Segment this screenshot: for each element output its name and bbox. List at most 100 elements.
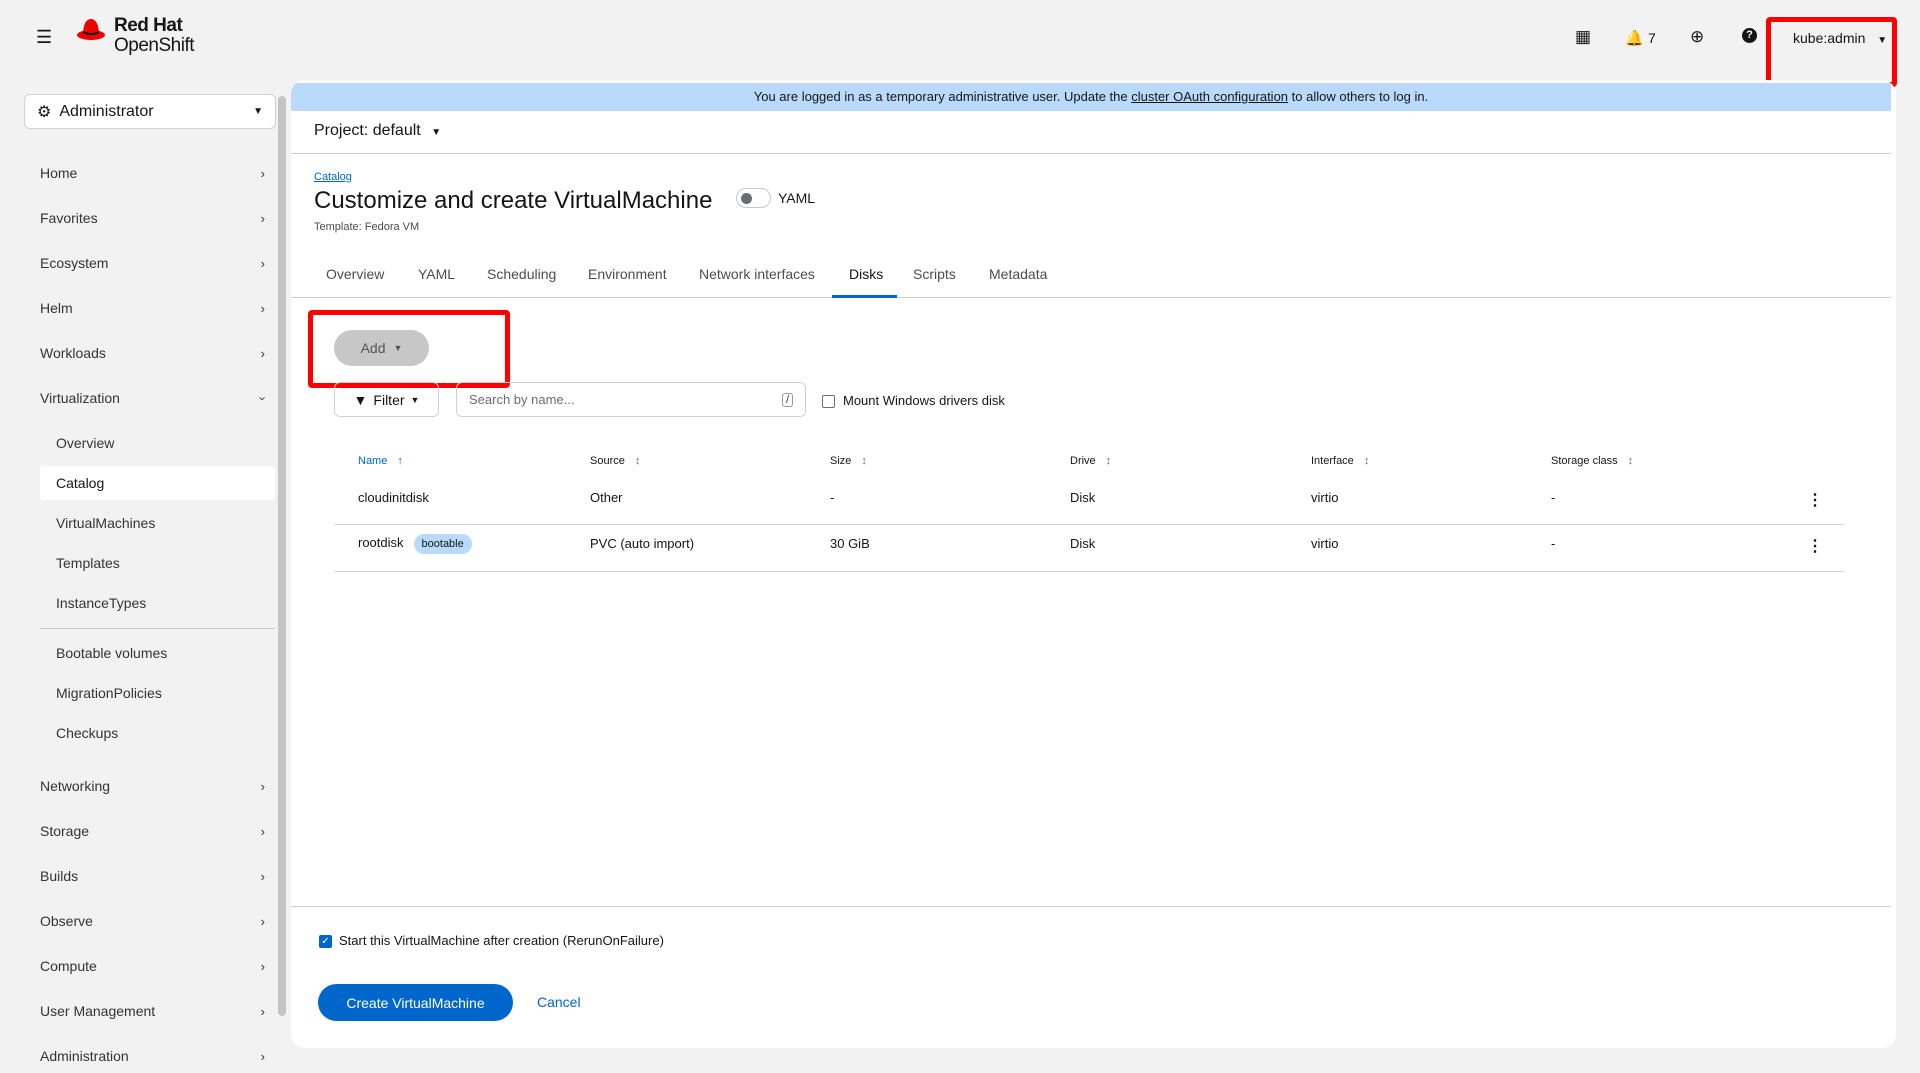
disk-size: 30 GiB [830,536,870,551]
kebab-menu-icon[interactable]: ⋮ [1807,536,1823,556]
kebab-menu-icon[interactable]: ⋮ [1807,490,1823,510]
cancel-button[interactable]: Cancel [537,994,581,1010]
disk-storage-class: - [1551,536,1556,551]
col-interface[interactable]: Interface ↕ [1311,455,1369,467]
start-after-creation-label: Start this VirtualMachine after creation… [339,933,664,948]
nav-helm[interactable]: Helm › [40,291,275,325]
notifications-count[interactable]: 7 [1648,30,1656,46]
nav-label: MigrationPolicies [56,685,162,701]
nav-virt-virtualmachines[interactable]: VirtualMachines [40,506,275,540]
nav-label: Home [40,165,78,181]
nav-virt-catalog[interactable]: Catalog [40,466,275,500]
search-input[interactable]: Search by name... / [456,382,806,417]
project-label: Project: default [314,122,421,139]
search-placeholder: Search by name... [469,392,575,407]
page-title: Customize and create VirtualMachine [314,187,713,214]
nav-label: Compute [40,958,97,974]
nav-compute[interactable]: Compute › [40,949,275,983]
col-size[interactable]: Size ↕ [830,455,867,467]
chevron-right-icon: › [260,300,265,316]
tab-yaml[interactable]: YAML [416,266,457,282]
filter-dropdown[interactable]: ▼ Filter ▼ [334,382,439,417]
nav-label: Overview [56,435,115,451]
nav-label: Workloads [40,345,106,361]
nav-virt-checkups[interactable]: Checkups [40,716,275,750]
sidebar-scrollbar[interactable] [278,96,286,1016]
nav-virt-overview[interactable]: Overview [40,426,275,460]
nav-label: Virtualization [40,390,120,406]
create-virtualmachine-button[interactable]: Create VirtualMachine [318,984,513,1021]
breadcrumb-catalog[interactable]: Catalog [314,171,352,183]
active-tab-indicator [832,295,897,298]
col-drive[interactable]: Drive ↕ [1070,455,1111,467]
brand-line1: Red Hat [114,15,183,36]
col-source[interactable]: Source ↕ [590,455,640,467]
chevron-right-icon: › [260,1048,265,1064]
notifications-bell-icon[interactable]: 🔔 [1625,29,1644,47]
start-after-creation-checkbox[interactable]: ✓ [319,935,332,948]
chevron-right-icon: › [260,1003,265,1019]
chevron-right-icon: › [260,913,265,929]
nav-label: Catalog [56,475,105,491]
banner-text-end: to allow others to log in. [1288,89,1429,104]
nav-builds[interactable]: Builds › [40,859,275,893]
nav-virt-bootable-volumes[interactable]: Bootable volumes [40,636,275,670]
tab-environment[interactable]: Environment [586,266,669,282]
nav-virt-instancetypes[interactable]: InstanceTypes [40,586,275,620]
chevron-right-icon: › [260,210,265,226]
quick-create-plus-icon[interactable]: ⊕ [1690,27,1704,47]
nav-virt-migrationpolicies[interactable]: MigrationPolicies [40,676,275,710]
nav-label: Bootable volumes [56,645,168,661]
disk-drive: Disk [1070,490,1096,505]
col-name[interactable]: Name ↑ [358,455,403,467]
divider [291,153,1891,154]
nav-favorites[interactable]: Favorites › [40,201,275,235]
tabs-divider [291,297,1891,298]
yaml-toggle[interactable] [736,188,771,208]
nav-ecosystem[interactable]: Ecosystem › [40,246,275,280]
nav-home[interactable]: Home › [40,156,275,190]
oauth-config-link[interactable]: cluster OAuth configuration [1131,89,1288,104]
tab-network-interfaces[interactable]: Network interfaces [697,266,817,282]
tab-overview[interactable]: Overview [324,266,386,282]
disk-interface: virtio [1311,536,1339,551]
app-launcher-icon[interactable]: ▦ [1575,27,1591,47]
disk-source: Other [590,490,623,505]
filter-label: Filter [373,391,405,408]
tab-scripts[interactable]: Scripts [911,266,958,282]
redhat-openshift-logo[interactable]: Red Hat OpenShift [76,15,195,56]
caret-down-icon: ▼ [431,127,442,138]
col-storage-class[interactable]: Storage class ↕ [1551,455,1633,467]
row-divider [334,571,1844,572]
caret-down-icon: ▼ [410,394,420,405]
nav-observe[interactable]: Observe › [40,904,275,938]
nav-user-management[interactable]: User Management › [40,994,275,1028]
nav-virt-templates[interactable]: Templates [40,546,275,580]
nav-administration[interactable]: Administration › [40,1039,275,1073]
nav-networking[interactable]: Networking › [40,769,275,803]
hamburger-menu-icon[interactable]: ☰ [36,28,52,46]
tab-disks[interactable]: Disks [847,266,885,282]
nav-workloads[interactable]: Workloads › [40,336,275,370]
redhat-hat-icon [77,19,105,40]
caret-down-icon: ▼ [253,106,263,117]
disk-size: - [830,490,835,505]
chevron-right-icon: › [260,868,265,884]
nav-storage[interactable]: Storage › [40,814,275,848]
nav-label: Storage [40,823,90,839]
search-shortcut-hint: / [781,392,793,407]
help-icon[interactable]: ? [1742,28,1757,43]
nav-label: Checkups [56,725,119,741]
nav-divider [40,628,275,629]
project-selector[interactable]: Project: default ▼ [314,122,441,140]
tab-metadata[interactable]: Metadata [987,266,1049,282]
nav-virtualization[interactable]: Virtualization › [40,381,275,415]
disk-name: rootdisk [358,535,404,550]
nav-label: Favorites [40,210,98,226]
main-content: You are logged in as a temporary adminis… [291,80,1896,1048]
perspective-switcher[interactable]: ⚙ Administrator ▼ [24,94,276,129]
tab-scheduling[interactable]: Scheduling [485,266,558,282]
nav-label: VirtualMachines [56,515,156,531]
chevron-right-icon: › [260,778,265,794]
mount-windows-checkbox[interactable] [822,395,835,408]
